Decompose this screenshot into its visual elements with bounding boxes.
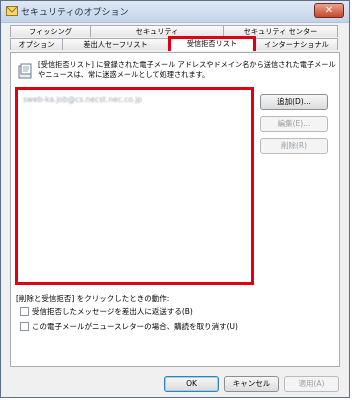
list-item[interactable]: sweb-ka.job@cs.necst.nec.co.jp bbox=[23, 95, 142, 104]
tab-label: セキュリティ bbox=[135, 27, 179, 36]
button-label: 適用(A) bbox=[298, 379, 325, 388]
ok-button[interactable]: OK bbox=[164, 376, 219, 392]
unsubscribe-checkbox[interactable] bbox=[20, 321, 29, 331]
tab-label: セキュリティ センター bbox=[243, 27, 318, 36]
button-label: キャンセル bbox=[232, 379, 271, 388]
tab-label: 受信拒否リスト bbox=[186, 39, 238, 48]
mail-app-icon bbox=[6, 6, 18, 16]
button-label: 削除(R) bbox=[280, 141, 308, 150]
title-bar[interactable]: セキュリティのオプション ✕ bbox=[1, 1, 349, 23]
tab-label: インターナショナル bbox=[264, 40, 329, 49]
tab-blocked-senders[interactable]: 受信拒否リスト bbox=[168, 36, 256, 51]
security-options-dialog: セキュリティのオプション ✕ フィッシング セキュリティ セキュリティ センター… bbox=[0, 0, 350, 398]
tab-phishing[interactable]: フィッシング bbox=[10, 25, 91, 37]
description-line: [受信拒否リスト] に登録された電子メール アドレスやドメイン名から送信された電… bbox=[38, 60, 336, 69]
unsubscribe-option[interactable]: この電子メールがニュースレターの場合、購読を取り消す(U) bbox=[20, 321, 238, 333]
tab-label: オプション bbox=[18, 40, 55, 49]
blocked-senders-list[interactable]: sweb-ka.job@cs.necst.nec.co.jp bbox=[15, 87, 254, 285]
checkbox-label: この電子メールがニュースレターの場合、購読を取り消す(U) bbox=[32, 322, 238, 331]
add-button[interactable]: 追加(D)... bbox=[260, 94, 328, 110]
tab-label: フィッシング bbox=[29, 27, 72, 36]
return-to-sender-checkbox[interactable] bbox=[20, 306, 29, 316]
description-line: やニュースは、常に迷惑メールとして処理されます。 bbox=[38, 70, 210, 79]
return-to-sender-option[interactable]: 受信拒否したメッセージを差出人に返送する(B) bbox=[20, 306, 193, 318]
delete-button[interactable]: 削除(R) bbox=[260, 138, 328, 154]
edit-button[interactable]: 編集(E)... bbox=[260, 116, 328, 132]
tab-options[interactable]: オプション bbox=[10, 38, 63, 50]
close-icon: ✕ bbox=[324, 5, 334, 16]
checkbox-label: 受信拒否したメッセージを差出人に返送する(B) bbox=[32, 307, 193, 316]
delete-options-caption: [削除と受信拒否] をクリックしたときの動作: bbox=[16, 294, 170, 303]
window-title: セキュリティのオプション bbox=[21, 8, 129, 18]
apply-button[interactable]: 適用(A) bbox=[284, 376, 339, 392]
button-label: 編集(E)... bbox=[277, 119, 311, 128]
tab-label: 差出人セーフリスト bbox=[83, 40, 148, 49]
blocked-list-icon bbox=[18, 63, 32, 79]
button-label: OK bbox=[186, 379, 197, 388]
button-label: 追加(D)... bbox=[277, 97, 311, 106]
cancel-button[interactable]: キャンセル bbox=[224, 376, 279, 392]
tab-safe-senders[interactable]: 差出人セーフリスト bbox=[62, 38, 169, 50]
blocked-list-description: [受信拒否リスト] に登録された電子メール アドレスやドメイン名から送信された電… bbox=[38, 60, 338, 80]
close-button[interactable]: ✕ bbox=[314, 3, 344, 18]
tab-international[interactable]: インターナショナル bbox=[255, 38, 338, 50]
